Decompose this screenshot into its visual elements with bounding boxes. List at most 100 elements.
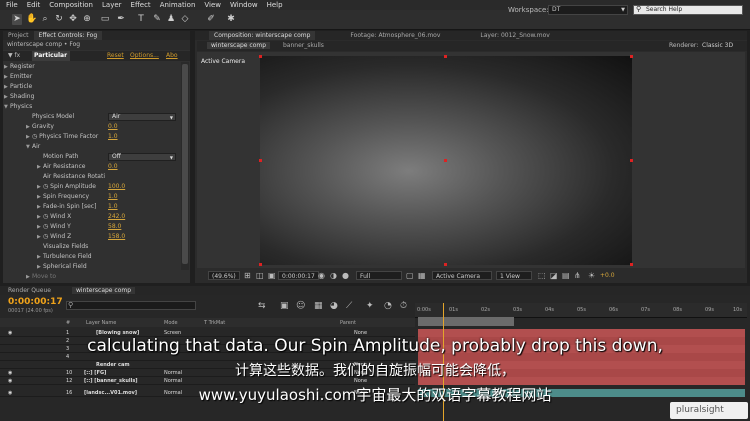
move-to-row[interactable]: ▶ Move to [4, 272, 180, 282]
toggle-pixel-aspect-icon[interactable]: ⬚ [538, 271, 546, 280]
spin-frequency-value[interactable]: 1.0 [108, 193, 118, 200]
roto-brush-tool-icon[interactable]: ✐ [206, 14, 216, 25]
tab-render-queue[interactable]: Render Queue [8, 287, 51, 294]
search-help-input[interactable]: Search Help [633, 5, 743, 15]
brainstorm-icon[interactable]: ✦ [366, 301, 374, 311]
mask-visibility-icon[interactable]: ◫ [256, 271, 264, 280]
zoom-tool-icon[interactable]: ⌕ [40, 14, 50, 25]
about-link[interactable]: Abo [166, 52, 178, 59]
draft-3d-icon[interactable]: ▣ [280, 301, 289, 311]
group-particle[interactable]: ▶ Particle [4, 82, 180, 92]
menu-animation[interactable]: Animation [160, 1, 196, 9]
frame-blending-icon[interactable]: ▦ [314, 301, 323, 311]
menu-help[interactable]: Help [267, 1, 283, 9]
fast-previews-icon[interactable]: ◪ [550, 271, 558, 280]
menu-layer[interactable]: Layer [102, 1, 122, 9]
menu-edit[interactable]: Edit [27, 1, 41, 9]
eraser-tool-icon[interactable]: ◇ [180, 14, 190, 25]
tab-timeline-comp[interactable]: winterscape comp [72, 287, 136, 294]
tab-project[interactable]: Project [3, 31, 34, 40]
timeline-timecode[interactable]: 0:00:00:17 [8, 297, 63, 307]
air-group[interactable]: ▼ Air [4, 142, 180, 152]
hand-tool-icon[interactable]: ✋ [26, 14, 37, 25]
frame-handle[interactable] [630, 263, 633, 266]
group-emitter[interactable]: ▶ Emitter [4, 72, 180, 82]
frame-handle[interactable] [259, 263, 262, 266]
motion-blur-icon[interactable]: ◕ [330, 301, 338, 311]
resolution-dropdown[interactable]: Full [356, 271, 402, 280]
group-register[interactable]: ▶ Register [4, 62, 180, 72]
frame-handle[interactable] [444, 263, 447, 266]
menu-file[interactable]: File [6, 1, 18, 9]
workspace-select[interactable]: DT [548, 5, 628, 15]
tab-effect-controls[interactable]: Effect Controls: Fog [33, 31, 103, 40]
brush-tool-icon[interactable]: ✎ [152, 14, 162, 25]
group-physics[interactable]: ▼ Physics [4, 102, 180, 112]
physics-model-dropdown[interactable]: Air [108, 113, 176, 121]
menu-view[interactable]: View [204, 1, 221, 9]
camera-snapshot-icon[interactable]: ◉ [318, 271, 325, 280]
tab-layer[interactable]: Layer: 0012_Snow.mov [475, 31, 554, 40]
snapshot-icon[interactable]: ▣ [268, 271, 276, 280]
subtab-winterscape-comp[interactable]: winterscape comp [207, 42, 271, 49]
wind-y-value[interactable]: 58.0 [108, 223, 121, 230]
region-of-interest-icon[interactable]: ▢ [406, 271, 414, 280]
timer-icon[interactable]: ⏱ [400, 301, 407, 311]
time-factor-value[interactable]: 1.0 [108, 133, 118, 140]
air-resistance-value[interactable]: 0.0 [108, 163, 118, 170]
graph-editor-icon[interactable]: ⟋ [346, 301, 352, 311]
timeline-search-input[interactable] [66, 301, 196, 310]
frame-handle[interactable] [259, 55, 262, 58]
renderer-value[interactable]: Classic 3D [702, 42, 733, 49]
type-tool-icon[interactable]: T [136, 14, 146, 25]
zoom-dropdown[interactable]: (49.6%) [208, 271, 240, 280]
scrollbar-thumb[interactable] [182, 64, 188, 264]
col-layer-name[interactable]: Layer Name [86, 320, 116, 326]
spherical-field-row[interactable]: ▶ Spherical Field [4, 262, 180, 272]
live-update-icon[interactable]: ◔ [384, 301, 392, 311]
transparency-grid-icon[interactable]: ▦ [418, 271, 426, 280]
pan-behind-tool-icon[interactable]: ⊕ [82, 14, 92, 25]
menu-window[interactable]: Window [230, 1, 258, 9]
pen-tool-icon[interactable]: ✒ [116, 14, 126, 25]
work-area-bar[interactable] [418, 317, 514, 326]
options-link[interactable]: Options... [130, 52, 159, 59]
menu-composition[interactable]: Composition [49, 1, 93, 9]
reset-link[interactable]: Reset [107, 52, 124, 59]
timeline-icon[interactable]: ▤ [562, 271, 570, 280]
camera-tool-icon[interactable]: ✥ [68, 14, 78, 25]
selection-tool-icon[interactable]: ➤ [12, 14, 22, 25]
tab-composition[interactable]: Composition: winterscape comp [209, 31, 316, 40]
effect-name[interactable]: Particular [32, 51, 70, 61]
fx-toggle-icon[interactable]: ▼ fx [8, 52, 20, 59]
frame-handle[interactable] [444, 159, 447, 162]
rectangle-tool-icon[interactable]: ▭ [100, 14, 110, 25]
color-channel-icon[interactable]: ● [342, 271, 349, 280]
puppet-pin-tool-icon[interactable]: ✱ [226, 14, 236, 25]
show-channel-icon[interactable]: ◑ [330, 271, 337, 280]
tab-footage[interactable]: Footage: Atmosphere_06.mov [345, 31, 445, 40]
safe-zones-icon[interactable]: ⊞ [244, 271, 251, 280]
clone-stamp-tool-icon[interactable]: ♟ [166, 14, 176, 25]
composition-mini-flowchart-icon[interactable]: ⇆ [258, 301, 266, 311]
rotate-tool-icon[interactable]: ↻ [54, 14, 64, 25]
frame-handle[interactable] [444, 55, 447, 58]
gravity-value[interactable]: 0.0 [108, 123, 118, 130]
time-ruler[interactable]: 0:00s 01s 02s 03s 04s 05s 06s 07s 08s 09… [415, 303, 747, 318]
turbulence-field-row[interactable]: ▶ Turbulence Field [4, 252, 180, 262]
3d-view-dropdown[interactable]: Active Camera [432, 271, 492, 280]
motion-path-dropdown[interactable]: Off [108, 153, 176, 161]
comp-flowchart-icon[interactable]: ⋔ [574, 271, 581, 280]
frame-handle[interactable] [259, 159, 262, 162]
menu-effect[interactable]: Effect [131, 1, 151, 9]
wind-z-value[interactable]: 158.0 [108, 233, 125, 240]
view-layout-dropdown[interactable]: 1 View [496, 271, 532, 280]
spin-amplitude-value[interactable]: 100.0 [108, 183, 125, 190]
exposure-icon[interactable]: ☀ [588, 271, 595, 280]
frame-handle[interactable] [630, 55, 633, 58]
subtab-banner-skulls[interactable]: banner_skulls [283, 42, 324, 49]
exposure-value[interactable]: +0.0 [600, 272, 615, 279]
fade-in-spin-value[interactable]: 1.0 [108, 203, 118, 210]
group-shading[interactable]: ▶ Shading [4, 92, 180, 102]
viewer-timecode[interactable]: 0:00:00:17 [278, 271, 319, 280]
